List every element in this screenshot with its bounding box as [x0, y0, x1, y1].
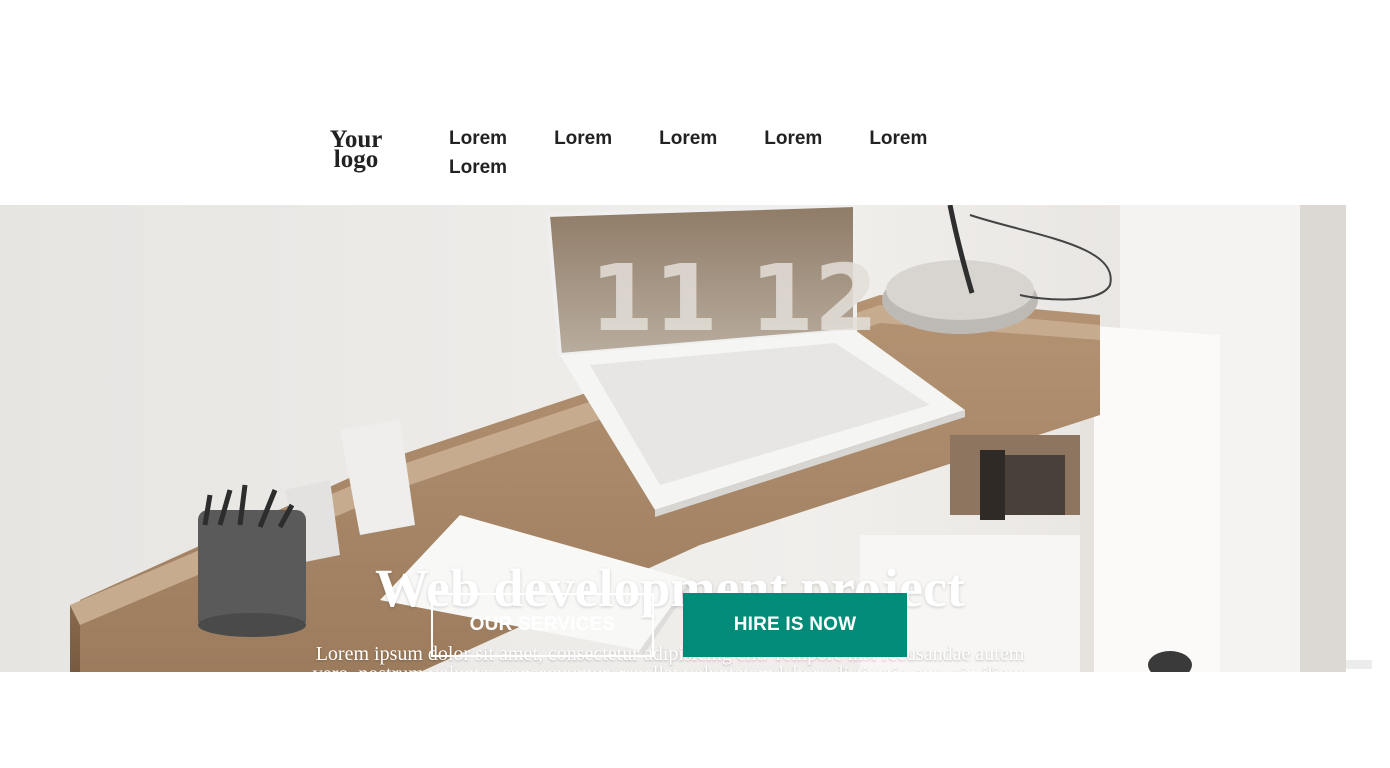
site-header: Your logo Lorem Lorem Lorem Lorem LoremLorem: [0, 0, 1390, 205]
our-services-button[interactable]: OUR SERVICES: [431, 593, 654, 657]
nav-link-2[interactable]: Lorem: [554, 124, 612, 153]
main-nav: Lorem Lorem Lorem Lorem LoremLorem: [449, 124, 1009, 182]
hero-title: Web development project: [375, 558, 965, 618]
hero-description: Lorem ipsum dolor sit amet, consectetur …: [313, 643, 1028, 672]
divider: [1346, 660, 1372, 669]
logo[interactable]: Your logo: [316, 127, 396, 173]
nav-link-6[interactable]: Lorem: [449, 153, 507, 182]
nav-link-4[interactable]: Lorem: [764, 124, 822, 153]
hire-now-button[interactable]: HIRE IS NOW: [683, 593, 907, 657]
nav-link-1[interactable]: Lorem: [449, 124, 507, 153]
hero-section: 11 12 Web development project Lorem ipsu…: [0, 205, 1346, 672]
nav-link-5[interactable]: Lorem: [869, 124, 927, 153]
logo-line-2: logo: [333, 146, 379, 173]
nav-link-3[interactable]: Lorem: [659, 124, 717, 153]
